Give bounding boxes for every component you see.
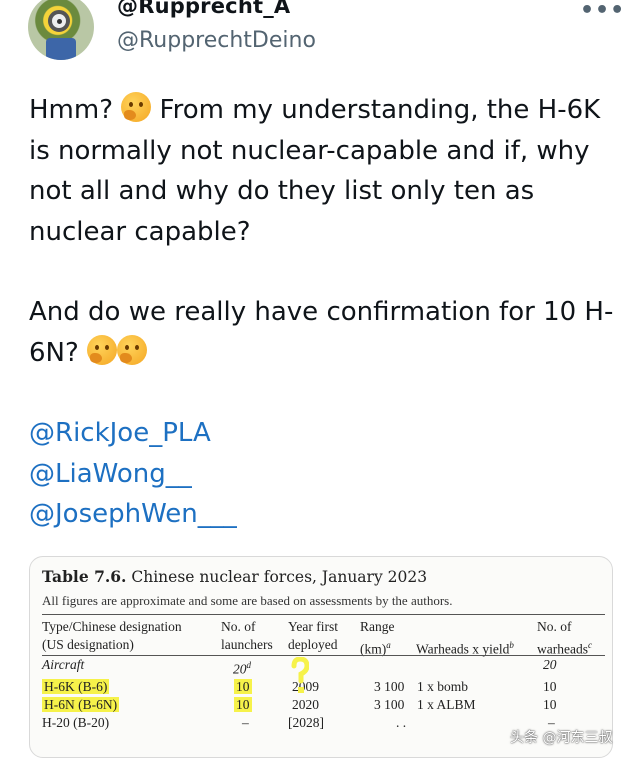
section-aircraft: Aircraft: [42, 657, 85, 672]
header-type: Type/Chinese designation (US designation): [42, 619, 182, 652]
question-mark-highlight-icon: [291, 657, 309, 693]
header-launchers: No. of launchers: [221, 619, 273, 652]
thinking-face-icon: [87, 334, 118, 365]
table-rule: [42, 614, 605, 615]
section-launchers: 20d: [233, 660, 251, 677]
section-warheads: 20: [543, 657, 557, 672]
minion-goggle-icon: [48, 10, 70, 32]
more-options-icon[interactable]: •••: [580, 0, 625, 23]
mention-josephwen[interactable]: @JosephWen___: [29, 494, 619, 535]
table-title: Table 7.6. Chinese nuclear forces, Janua…: [42, 567, 428, 586]
table-note: All figures are approximate and some are…: [42, 593, 453, 608]
thinking-face-icon: [117, 334, 148, 365]
author-display-name[interactable]: @Rupprecht_A: [117, 0, 290, 18]
tweet-text: Hmm? From my understanding, the H-6K is …: [29, 90, 619, 535]
tweet-paragraph-1: Hmm? From my understanding, the H-6K is …: [29, 90, 619, 252]
header-range: Range (km)a: [360, 619, 395, 657]
watermark: 头条 @河东三叔: [510, 730, 613, 746]
header-num-warheads: No. of warheadsc: [537, 619, 592, 657]
mention-rickjoe[interactable]: @RickJoe_PLA: [29, 413, 619, 454]
avatar[interactable]: [28, 0, 94, 60]
author-handle[interactable]: @RupprechtDeino: [117, 28, 316, 53]
thinking-face-icon: [121, 92, 152, 122]
tweet-paragraph-2: And do we really have confirmation for 1…: [29, 297, 614, 368]
mention-liawong[interactable]: @LiaWong__: [29, 454, 619, 495]
header-year: Year first deployed: [288, 619, 338, 652]
